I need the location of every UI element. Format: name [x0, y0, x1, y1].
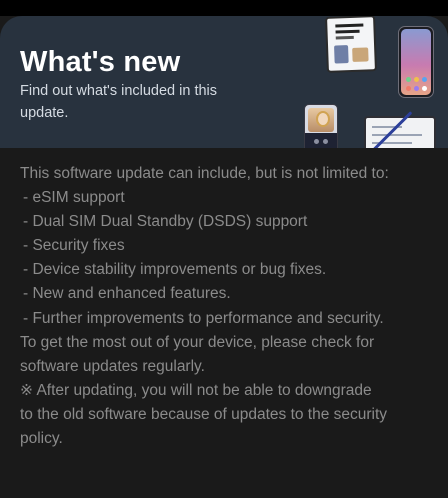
warning-text: to the old software because of updates t… [20, 405, 388, 423]
status-bar-area [0, 0, 448, 16]
list-item: - Further improvements to performance an… [23, 309, 384, 327]
advice-text: software updates regularly. [20, 357, 205, 375]
list-item: - eSIM support [23, 189, 125, 207]
warning-text: ※ After updating, you will not be able t… [20, 381, 372, 399]
phone-icon [398, 26, 434, 98]
whats-new-banner: What's new Find out what's included in t… [0, 16, 448, 148]
warning-text: policy. [20, 430, 63, 448]
banner-subtitle: Find out what's included in this update. [20, 83, 218, 121]
list-item: - Device stability improvements or bug f… [23, 261, 327, 279]
list-item: - New and enhanced features. [23, 285, 231, 303]
foldable-phone-icon [304, 104, 338, 148]
list-item: - Security fixes [23, 237, 125, 255]
banner-title: What's new [20, 46, 181, 78]
list-item: - Dual SIM Dual Standby (DSDS) support [23, 213, 308, 231]
update-details: This software update can include, but is… [20, 162, 430, 451]
whats-new-screen: What's new Find out what's included in t… [0, 0, 448, 498]
tablet-icon [325, 16, 377, 73]
advice-text: To get the most out of your device, plea… [20, 333, 375, 351]
intro-text: This software update can include, but is… [20, 165, 389, 182]
